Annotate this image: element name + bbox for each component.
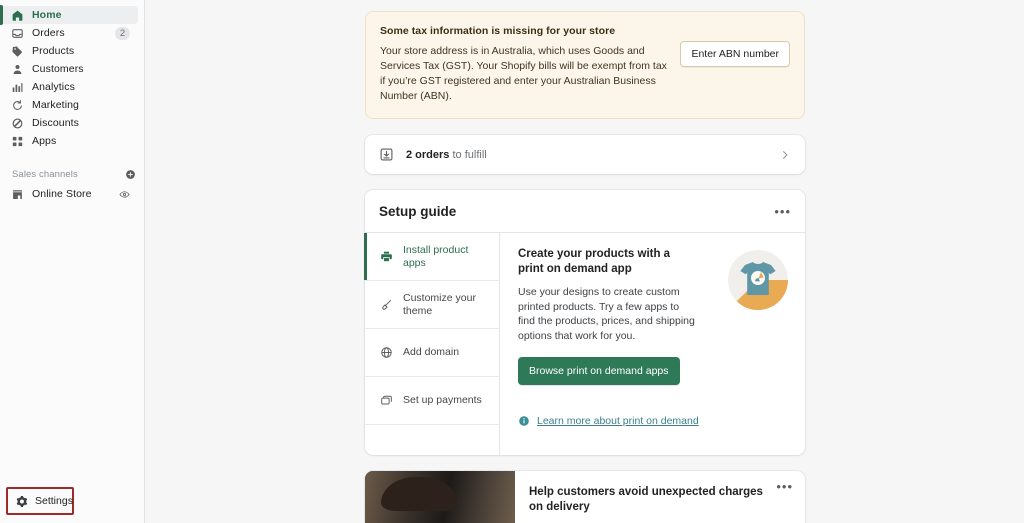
storefront-icon	[10, 187, 24, 201]
setup-guide-title: Setup guide	[379, 204, 457, 219]
learn-more-link[interactable]: Learn more about print on demand	[537, 415, 699, 427]
video-thumbnail[interactable]	[365, 471, 515, 523]
orders-to-fulfill-card[interactable]: 2 orders to fulfill	[365, 135, 805, 174]
setup-guide-card: Setup guide ••• Install product apps Cus…	[364, 190, 805, 455]
sidebar-item-label: Analytics	[32, 81, 75, 93]
customers-icon	[10, 62, 24, 76]
setup-task-label: Install product apps	[403, 243, 469, 269]
sidebar-item-label: Online Store	[32, 188, 92, 200]
sidebar-item-label: Discounts	[32, 117, 80, 129]
orders-count-badge: 2	[115, 26, 130, 40]
orders-count: 2 orders	[406, 148, 450, 161]
sidebar-item-label: Marketing	[32, 99, 80, 111]
video-promo-body: ••• Help customers avoid unexpected char…	[515, 471, 805, 523]
task-list-spacer	[365, 425, 499, 455]
sidebar: Home Orders 2 Products Customers Analyti…	[0, 0, 145, 523]
setup-guide-header: Setup guide •••	[365, 190, 805, 233]
sidebar-item-orders[interactable]: Orders 2	[0, 24, 138, 42]
plus-circle-icon[interactable]	[125, 169, 136, 180]
globe-icon	[379, 346, 393, 359]
content-column: Some tax information is missing for your…	[364, 11, 805, 523]
printer-icon	[379, 250, 393, 263]
sidebar-item-marketing[interactable]: Marketing	[0, 96, 138, 114]
products-icon	[10, 44, 24, 58]
setup-detail-body: Use your designs to create custom printe…	[518, 286, 695, 342]
paintbrush-icon	[379, 298, 393, 311]
ellipsis-icon[interactable]: •••	[774, 205, 791, 218]
sidebar-item-analytics[interactable]: Analytics	[0, 78, 138, 96]
sidebar-item-label: Apps	[32, 135, 57, 147]
setup-guide-detail: Create your products with a print on dem…	[500, 233, 805, 455]
setup-task-set-up-payments[interactable]: Set up payments	[365, 377, 499, 425]
orders-to-fulfill-text: 2 orders to fulfill	[406, 149, 487, 161]
sidebar-item-apps[interactable]: Apps	[0, 132, 138, 150]
info-circle-icon	[518, 415, 530, 427]
orders-suffix: to fulfill	[449, 148, 487, 161]
setup-detail-heading: Create your products with a print on dem…	[518, 248, 671, 275]
setup-task-install-product-apps[interactable]: Install product apps	[364, 233, 499, 281]
sidebar-item-label: Home	[32, 9, 62, 21]
eye-icon[interactable]	[119, 189, 130, 200]
browse-print-on-demand-apps-button[interactable]: Browse print on demand apps	[518, 357, 680, 385]
sidebar-item-products[interactable]: Products	[0, 42, 138, 60]
ellipsis-icon[interactable]: •••	[776, 480, 793, 493]
marketing-icon	[10, 98, 24, 112]
setup-task-customize-your-theme[interactable]: Customize your theme	[365, 281, 499, 329]
analytics-icon	[10, 80, 24, 94]
enter-abn-number-button[interactable]: Enter ABN number	[680, 41, 790, 67]
setup-guide-body: Install product apps Customize your them…	[364, 233, 805, 455]
setup-task-label: Set up payments	[403, 394, 482, 406]
discounts-icon	[10, 116, 24, 130]
setup-task-label: Add domain	[403, 346, 460, 358]
tax-banner: Some tax information is missing for your…	[365, 11, 805, 119]
sidebar-item-label: Products	[32, 45, 75, 57]
setup-task-label: Customize your theme	[403, 291, 476, 317]
apps-icon	[10, 134, 24, 148]
video-promo-heading: Help customers avoid unexpected charges …	[529, 486, 763, 513]
video-promo-card: ••• Help customers avoid unexpected char…	[365, 471, 805, 523]
sales-channels-header: Sales channels	[0, 166, 144, 182]
settings-label: Settings	[35, 495, 73, 507]
setup-task-add-domain[interactable]: Add domain	[365, 329, 499, 377]
sidebar-item-label: Customers	[32, 63, 84, 75]
fulfill-box-icon	[379, 147, 394, 162]
home-icon	[10, 8, 24, 22]
sidebar-item-customers[interactable]: Customers	[0, 60, 138, 78]
shopify-admin-window: Home Orders 2 Products Customers Analyti…	[0, 0, 1024, 523]
gear-icon	[15, 495, 28, 508]
learn-more-row: Learn more about print on demand	[518, 415, 791, 427]
sidebar-item-label: Orders	[32, 27, 65, 39]
sidebar-item-discounts[interactable]: Discounts	[0, 114, 138, 132]
chevron-right-icon[interactable]	[779, 149, 791, 161]
settings-highlight-box: Settings	[6, 487, 74, 515]
tax-banner-body: Your store address is in Australia, whic…	[380, 45, 667, 102]
sidebar-item-online-store[interactable]: Online Store	[0, 185, 138, 203]
main-content: Some tax information is missing for your…	[145, 0, 1024, 523]
tshirt-print-illustration	[723, 245, 793, 315]
setup-guide-task-list: Install product apps Customize your them…	[364, 233, 500, 455]
sidebar-item-home[interactable]: Home	[0, 5, 138, 25]
tax-banner-text: Some tax information is missing for your…	[380, 25, 680, 104]
sidebar-nav: Home Orders 2 Products Customers Analyti…	[0, 5, 144, 150]
orders-icon	[10, 26, 24, 40]
payment-icon	[379, 394, 393, 407]
settings-button[interactable]: Settings	[15, 495, 73, 508]
tax-banner-title: Some tax information is missing for your…	[380, 25, 616, 37]
sales-channels-title: Sales channels	[12, 168, 78, 180]
